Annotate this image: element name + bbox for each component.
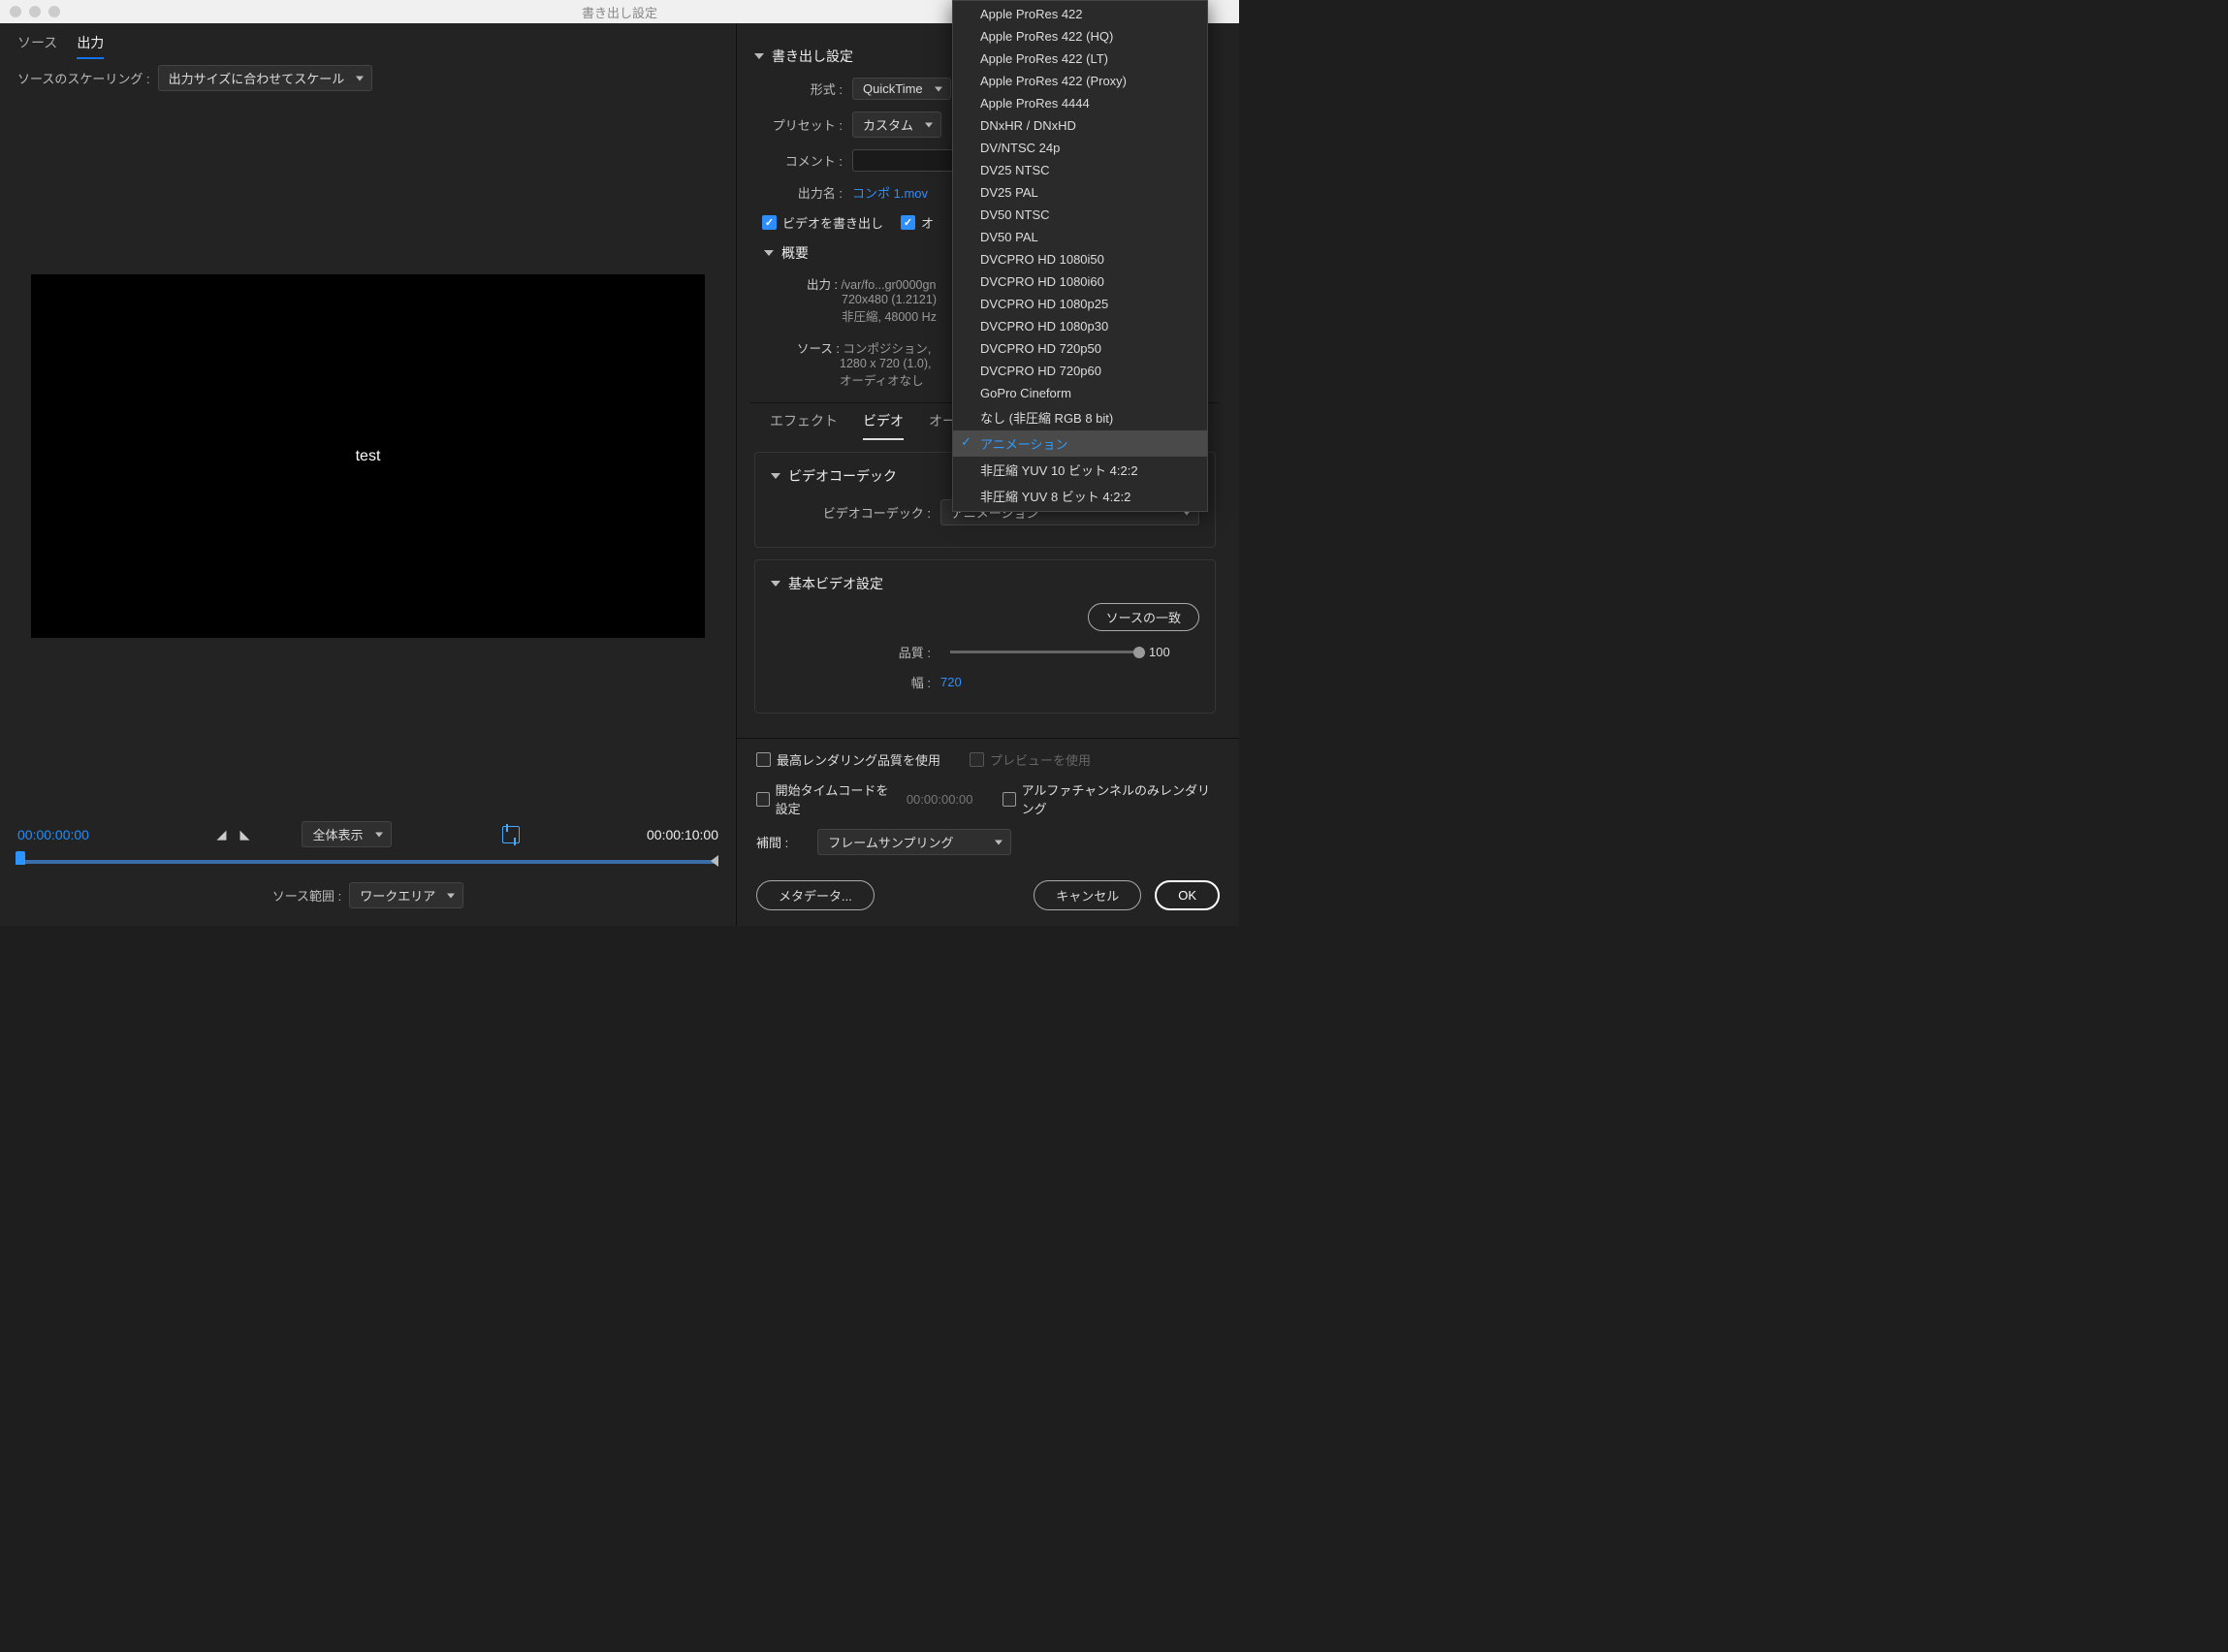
range-bar[interactable] — [17, 857, 718, 867]
footer: 最高レンダリング品質を使用 プレビューを使用 開始タイムコードを設定 00:00… — [737, 738, 1239, 926]
codec-menu-item[interactable]: DVCPRO HD 1080p25 — [953, 293, 1207, 315]
codec-menu-item[interactable]: DVCPRO HD 1080i50 — [953, 248, 1207, 270]
export-video-checkbox[interactable] — [762, 215, 777, 230]
preview-text: test — [356, 448, 381, 465]
fit-dropdown[interactable]: 全体表示 — [302, 821, 391, 847]
slider-thumb-icon[interactable] — [1133, 647, 1145, 658]
out-point-icon[interactable]: ◣ — [239, 827, 249, 842]
summary-source-audio: オーディオなし — [840, 374, 924, 388]
scaling-dropdown[interactable]: 出力サイズに合わせてスケール — [158, 65, 373, 91]
start-tc-value: 00:00:00:00 — [907, 792, 973, 807]
codec-menu-item[interactable]: DNxHR / DNxHD — [953, 114, 1207, 137]
interp-label: 補間 : — [756, 833, 788, 851]
chevron-down-icon — [764, 250, 774, 256]
tab-output[interactable]: 出力 — [77, 33, 104, 59]
playhead-icon[interactable] — [16, 851, 25, 865]
chevron-down-icon — [771, 581, 780, 587]
export-audio-checkbox[interactable] — [901, 215, 915, 230]
chevron-down-icon — [754, 53, 764, 59]
preset-label: プリセット : — [750, 115, 843, 134]
interp-dropdown[interactable]: フレームサンプリング — [817, 829, 1011, 855]
codec-menu-item[interactable]: 非圧縮 YUV 10 ビット 4:2:2 — [953, 457, 1207, 483]
quality-label: 品質 : — [771, 643, 931, 661]
left-tabs: ソース 出力 — [0, 23, 736, 65]
use-preview-label: プレビューを使用 — [990, 750, 1091, 769]
codec-menu-item[interactable]: DVCPRO HD 1080i60 — [953, 270, 1207, 293]
source-range-value: ワークエリア — [360, 889, 435, 904]
summary-source-type: コンポジション, — [843, 342, 931, 356]
tab-source[interactable]: ソース — [17, 33, 57, 59]
timecode-end: 00:00:10:00 — [647, 827, 718, 842]
codec-menu-item[interactable]: Apple ProRes 422 — [953, 3, 1207, 25]
range-track — [17, 860, 718, 864]
start-tc-checkbox[interactable] — [756, 792, 770, 807]
video-codec-label: ビデオコーデック : — [771, 503, 931, 522]
outname-label: 出力名 : — [750, 183, 843, 202]
quality-slider[interactable] — [950, 651, 1139, 653]
summary-output-dims: 720x480 (1.2121) — [842, 293, 937, 306]
left-panel: ソース 出力 ソースのスケーリング : 出力サイズに合わせてスケール test … — [0, 23, 737, 926]
codec-menu-item[interactable]: Apple ProRes 4444 — [953, 92, 1207, 114]
cancel-button[interactable]: キャンセル — [1034, 880, 1141, 910]
export-video-label: ビデオを書き出し — [782, 213, 883, 232]
comment-label: コメント : — [750, 151, 843, 170]
codec-menu-item[interactable]: Apple ProRes 422 (Proxy) — [953, 70, 1207, 92]
range-out-handle[interactable] — [711, 855, 718, 867]
codec-menu-item[interactable]: 非圧縮 YUV 8 ビット 4:2:2 — [953, 483, 1207, 509]
preset-dropdown[interactable]: カスタム — [852, 111, 941, 138]
summary-source-dims: 1280 x 720 (1.0), — [840, 357, 932, 370]
format-dropdown[interactable]: QuickTime — [852, 78, 951, 100]
codec-menu-item[interactable]: Apple ProRes 422 (HQ) — [953, 25, 1207, 48]
codec-menu-item[interactable]: なし (非圧縮 RGB 8 bit) — [953, 404, 1207, 430]
summary-output-audio: 非圧縮, 48000 Hz — [842, 310, 937, 324]
codec-menu-item[interactable]: アニメーション — [953, 430, 1207, 457]
alpha-only-checkbox[interactable] — [1003, 792, 1016, 807]
width-value[interactable]: 720 — [940, 675, 962, 689]
in-point-icon[interactable]: ◢ — [216, 827, 226, 842]
format-label: 形式 : — [750, 79, 843, 98]
output-name-link[interactable]: コンポ 1.mov — [852, 183, 928, 202]
timecode-current[interactable]: 00:00:00:00 — [17, 827, 89, 842]
basic-video-header[interactable]: 基本ビデオ設定 — [771, 574, 1199, 593]
video-codec-menu[interactable]: Apple ProRes 422Apple ProRes 422 (HQ)App… — [952, 0, 1208, 512]
use-preview-checkbox — [970, 752, 984, 767]
max-quality-label: 最高レンダリング品質を使用 — [777, 750, 940, 769]
codec-menu-item[interactable]: DV50 PAL — [953, 226, 1207, 248]
preview-area: test — [31, 274, 705, 638]
source-range-dropdown[interactable]: ワークエリア — [349, 882, 463, 908]
metadata-button[interactable]: メタデータ... — [756, 880, 875, 910]
codec-menu-item[interactable]: GoPro Cineform — [953, 382, 1207, 404]
match-source-button[interactable]: ソースの一致 — [1088, 603, 1199, 631]
codec-menu-item[interactable]: DV/NTSC 24p — [953, 137, 1207, 159]
tab-effects[interactable]: エフェクト — [770, 411, 838, 440]
crop-icon[interactable] — [502, 826, 520, 843]
max-quality-checkbox[interactable] — [756, 752, 771, 767]
codec-menu-item[interactable]: DV25 NTSC — [953, 159, 1207, 181]
fit-value: 全体表示 — [312, 828, 363, 842]
summary-output-label: 出力 : — [807, 278, 838, 292]
codec-menu-item[interactable]: DV25 PAL — [953, 181, 1207, 204]
codec-menu-item[interactable]: DVCPRO HD 720p60 — [953, 360, 1207, 382]
chevron-down-icon — [771, 473, 780, 479]
ok-button[interactable]: OK — [1155, 880, 1220, 910]
scaling-label: ソースのスケーリング : — [17, 69, 150, 87]
scaling-value: 出力サイズに合わせてスケール — [169, 72, 345, 86]
codec-menu-item[interactable]: DV50 NTSC — [953, 204, 1207, 226]
codec-menu-item[interactable]: DVCPRO HD 1080p30 — [953, 315, 1207, 337]
source-range-label: ソース範囲 : — [272, 886, 342, 905]
summary-source-label: ソース : — [797, 342, 840, 356]
tab-video[interactable]: ビデオ — [863, 411, 904, 440]
width-label: 幅 : — [771, 673, 931, 691]
alpha-only-label: アルファチャンネルのみレンダリング — [1022, 780, 1220, 817]
codec-menu-item[interactable]: DVCPRO HD 720p50 — [953, 337, 1207, 360]
summary-output-path: /var/fo...gr0000gn — [841, 278, 936, 292]
quality-value: 100 — [1149, 645, 1170, 659]
codec-menu-item[interactable]: Apple ProRes 422 (LT) — [953, 48, 1207, 70]
start-tc-label: 開始タイムコードを設定 — [776, 780, 899, 817]
export-audio-label: オ — [921, 213, 934, 232]
